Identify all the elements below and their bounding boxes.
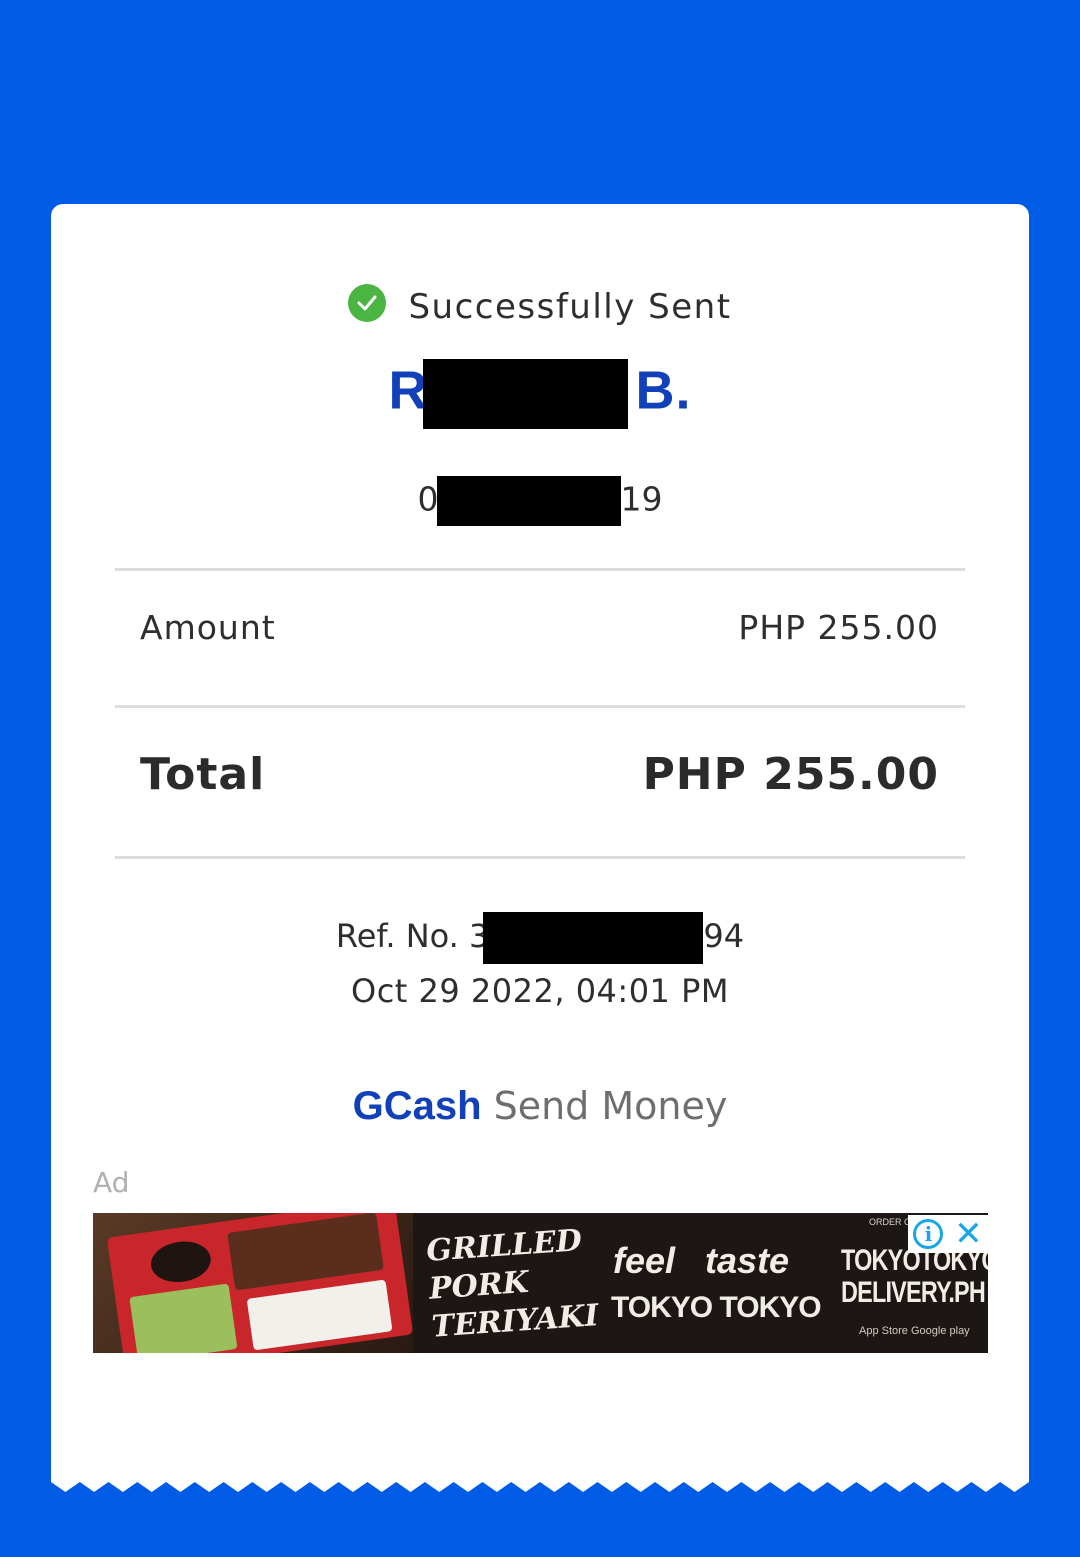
tray-compartment (129, 1283, 238, 1353)
tray-compartment (227, 1213, 384, 1291)
ref-prefix: Ref. No. 3 (335, 917, 490, 955)
service-brand: GCash Send Money (51, 1084, 1029, 1129)
ad-order-text: TOKYOTOKYO DELIVERY.PH (841, 1244, 988, 1309)
ad-controls: i ✕ (908, 1215, 988, 1253)
reference-number: Ref. No. 3 94 (51, 912, 1029, 964)
divider (115, 856, 965, 859)
receipt-zigzag-edge (51, 1468, 1029, 1492)
amount-row: Amount PHP 255.00 (140, 608, 939, 647)
ad-slogan-brand: TOKYO TOKYO (611, 1291, 822, 1324)
phone-prefix: 0 (417, 479, 439, 519)
redaction-bar (436, 476, 621, 526)
amount-value: PHP 255.00 (738, 608, 939, 647)
ref-suffix: 94 (703, 917, 745, 955)
amount-label: Amount (140, 608, 276, 647)
ad-banner[interactable]: GRILLED PORK TERIYAKI feel taste TOKYO T… (93, 1213, 988, 1353)
recipient-name-suffix: B. (635, 360, 692, 421)
divider (115, 705, 965, 708)
ad-food-image (93, 1213, 414, 1353)
status-line: Successfully Sent (51, 284, 1029, 327)
recipient-phone: 0 19 (51, 476, 1029, 526)
total-value: PHP 255.00 (642, 749, 939, 800)
recipient-name: R B. (51, 359, 1029, 429)
gcash-logo-text: GCash (352, 1084, 482, 1128)
redaction-bar (422, 359, 628, 429)
ad-stores-text: App Store Google play (859, 1325, 970, 1337)
redaction-bar (483, 912, 704, 964)
close-icon[interactable]: ✕ (954, 1217, 983, 1251)
service-name: Send Money (493, 1084, 728, 1128)
tray-compartment (246, 1279, 393, 1351)
ad-dish-text: GRILLED PORK TERIYAKI (425, 1223, 600, 1345)
divider (115, 568, 965, 571)
transaction-datetime: Oct 29 2022, 04:01 PM (351, 972, 729, 1010)
total-row: Total PHP 255.00 (140, 749, 939, 800)
info-icon[interactable]: i (913, 1219, 944, 1249)
sauce-dish (148, 1237, 214, 1286)
phone-suffix: 19 (620, 479, 663, 519)
total-label: Total (140, 749, 266, 800)
bento-tray (106, 1213, 414, 1353)
ad-label: Ad (93, 1166, 130, 1199)
receipt-card: Successfully Sent R B. 0 19 Amount PHP 255… (51, 204, 1029, 1476)
check-circle-icon (348, 284, 387, 322)
ad-slogan-text: feel taste (613, 1240, 790, 1281)
status-text: Successfully Sent (408, 287, 732, 327)
